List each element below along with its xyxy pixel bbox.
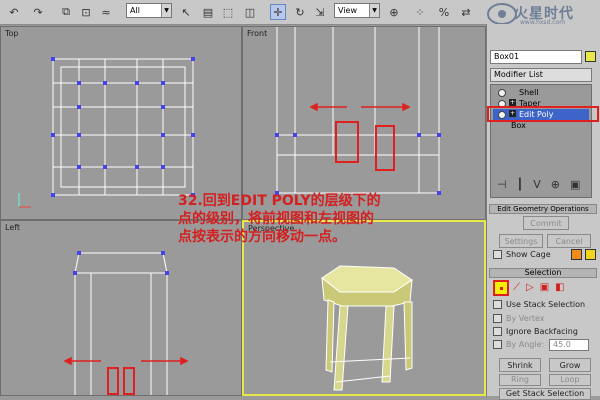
redo-icon[interactable]: ↷ [30, 4, 46, 20]
subobject-mode-icons[interactable]: ⟋▷▣◧ [513, 282, 571, 293]
checkbox-box[interactable] [493, 314, 502, 323]
unlink-icon[interactable]: ⊡ [78, 4, 94, 20]
rotate-icon[interactable]: ↻ [292, 4, 308, 20]
rectangle-selection-icon[interactable]: ⬚ [220, 4, 236, 20]
expand-icon[interactable]: + [509, 99, 516, 106]
select-move-icon[interactable]: ✛ [270, 4, 286, 20]
lightbulb-icon[interactable] [498, 89, 506, 97]
highlight-box [335, 121, 359, 163]
reference-coord-value: View [338, 6, 357, 15]
cancel-button[interactable]: Cancel [547, 234, 591, 248]
by-angle-label: By Angle: [506, 340, 545, 349]
object-name-field[interactable]: Box01 [490, 50, 582, 64]
checkbox-box[interactable] [493, 327, 502, 336]
by-vertex-checkbox[interactable]: By Vertex [493, 314, 544, 324]
ignore-backfacing-checkbox[interactable]: Ignore Backfacing [493, 327, 578, 337]
front-viewport[interactable]: Front [242, 26, 486, 220]
by-angle-field[interactable]: 45.0 [549, 339, 589, 351]
modifier-list-dropdown[interactable]: Modifier List [490, 68, 592, 82]
select-link-icon[interactable]: ⧉ [58, 4, 74, 20]
window-crossing-icon[interactable]: ◫ [242, 4, 258, 20]
shrink-button[interactable]: Shrink [499, 358, 541, 372]
stack-item-label: Box [511, 121, 526, 130]
bind-space-warp-icon[interactable]: ≈ [98, 4, 114, 20]
mirror-icon[interactable]: ⇄ [458, 4, 474, 20]
checkbox-box[interactable] [493, 340, 502, 349]
chevron-down-icon: ▼ [161, 4, 171, 17]
stack-item-shell[interactable]: Shell [493, 87, 589, 98]
checkbox-box[interactable] [493, 250, 502, 259]
highlight-box [123, 367, 135, 395]
scale-icon[interactable]: ⇲ [312, 4, 328, 20]
cage-selected-color-swatch[interactable] [585, 249, 596, 260]
left-view-mesh [63, 251, 189, 395]
chevron-down-icon: ▼ [369, 4, 379, 17]
object-color-swatch[interactable] [585, 51, 596, 62]
edit-geometry-rollout[interactable]: Edit Geometry Operations [489, 204, 597, 214]
top-viewport[interactable]: Top [0, 26, 242, 220]
highlight-box [375, 125, 395, 171]
snap-icon[interactable]: ⁘ [412, 4, 428, 20]
cage-color-swatch[interactable] [571, 249, 582, 260]
select-by-name-icon[interactable]: ▤ [200, 4, 216, 20]
vertex-icon [499, 286, 503, 290]
by-vertex-label: By Vertex [506, 314, 545, 323]
select-object-icon[interactable]: ↖ [178, 4, 194, 20]
reference-coord-dropdown[interactable]: View ▼ [334, 3, 380, 18]
selection-filter-dropdown[interactable]: All ▼ [126, 3, 172, 18]
ring-button[interactable]: Ring [499, 374, 541, 386]
stack-tool-icons: ⊣┃Ⅴ⊕▣ [497, 178, 591, 191]
highlight-box [107, 367, 119, 395]
stack-item-label: Shell [519, 88, 539, 97]
ignore-backfacing-label: Ignore Backfacing [506, 327, 578, 336]
show-cage-label: Show Cage [506, 250, 551, 259]
left-viewport[interactable]: Left [0, 220, 242, 396]
selection-rollout[interactable]: Selection [489, 268, 597, 278]
perspective-viewport[interactable]: Perspective [242, 220, 486, 396]
command-panel: Box01 Modifier List Shell + Taper + Edit… [486, 24, 600, 400]
undo-icon[interactable]: ↶ [6, 4, 22, 20]
perspective-stool-mesh [321, 265, 413, 391]
pivot-icon[interactable]: ⊕ [386, 4, 402, 20]
highlight-box [487, 106, 599, 122]
show-cage-checkbox[interactable]: Show Cage [493, 250, 551, 260]
use-stack-selection-label: Use Stack Selection [506, 300, 586, 309]
instruction-annotation: 32.回到EDIT POLY的层级下的 点的级别，将前视图和左视图的 点按表示的… [178, 193, 381, 245]
loop-button[interactable]: Loop [549, 374, 591, 386]
use-stack-selection-checkbox[interactable]: Use Stack Selection [493, 300, 585, 310]
percent-snap-icon[interactable]: % [436, 4, 452, 20]
selection-filter-value: All [130, 6, 140, 15]
settings-button[interactable]: Settings [499, 234, 543, 248]
checkbox-box[interactable] [493, 300, 502, 309]
get-stack-selection-button[interactable]: Get Stack Selection [499, 388, 591, 400]
vertex-mode-button[interactable] [493, 280, 509, 296]
commit-button[interactable]: Commit [523, 216, 569, 230]
grow-button[interactable]: Grow [549, 358, 591, 372]
by-angle-checkbox[interactable]: By Angle: [493, 340, 544, 350]
